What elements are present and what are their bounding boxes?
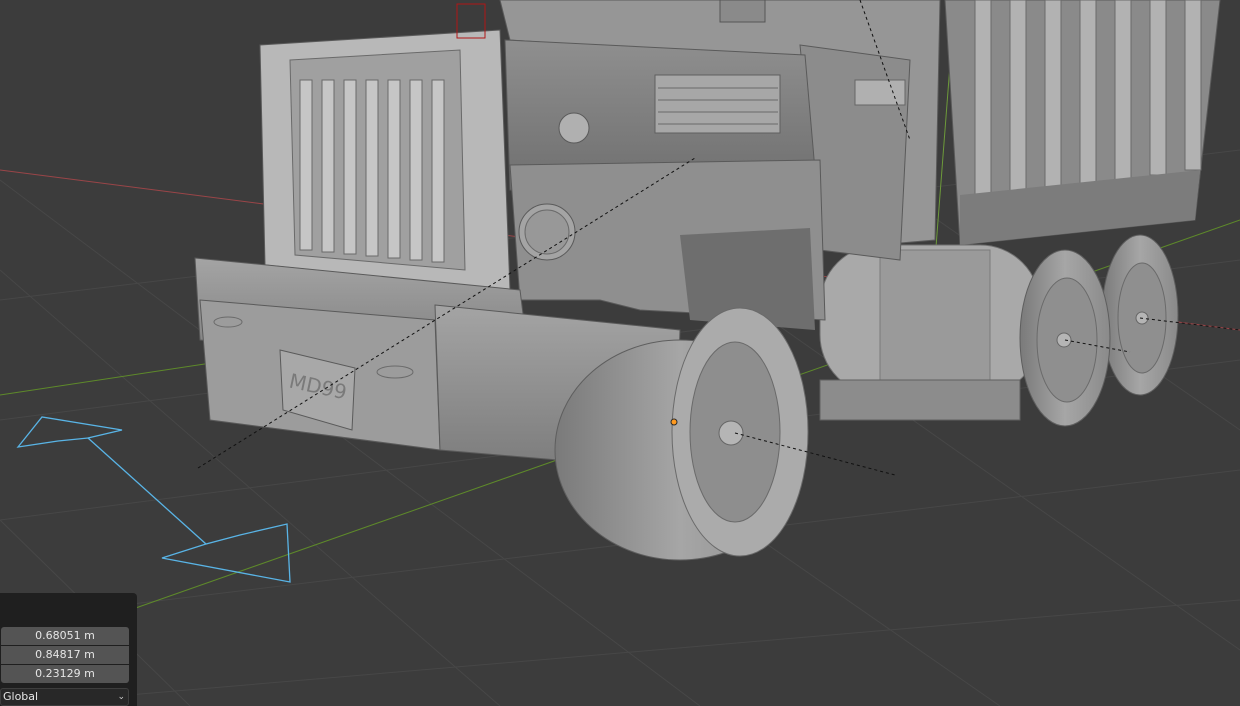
adjust-last-operation-panel[interactable]: 0.68051 m 0.84817 m 0.23129 m Global ⌄ — [0, 593, 137, 706]
dump-bed[interactable] — [944, 0, 1221, 246]
rear-wheel-2[interactable] — [1101, 234, 1179, 396]
value-field-x[interactable]: 0.68051 m — [1, 627, 129, 645]
rear-wheel-1[interactable] — [1019, 249, 1111, 427]
hood[interactable] — [504, 39, 826, 330]
value-field-z[interactable]: 0.23129 m — [1, 665, 129, 683]
value-field-y[interactable]: 0.84817 m — [1, 646, 129, 664]
fuel-tank[interactable] — [819, 244, 1041, 421]
grille[interactable] — [259, 29, 511, 291]
viewport-scene[interactable]: MD99 — [0, 0, 1240, 706]
move-arrow-icon[interactable] — [16, 416, 291, 583]
object-origin-point[interactable] — [670, 418, 678, 426]
chevron-down-icon: ⌄ — [117, 692, 125, 702]
3d-viewport[interactable]: MD99 0.68051 m 0.84817 m 0.23129 m Globa… — [0, 0, 1240, 706]
orientation-select[interactable]: Global ⌄ — [0, 688, 129, 706]
orientation-value: Global — [3, 690, 39, 703]
